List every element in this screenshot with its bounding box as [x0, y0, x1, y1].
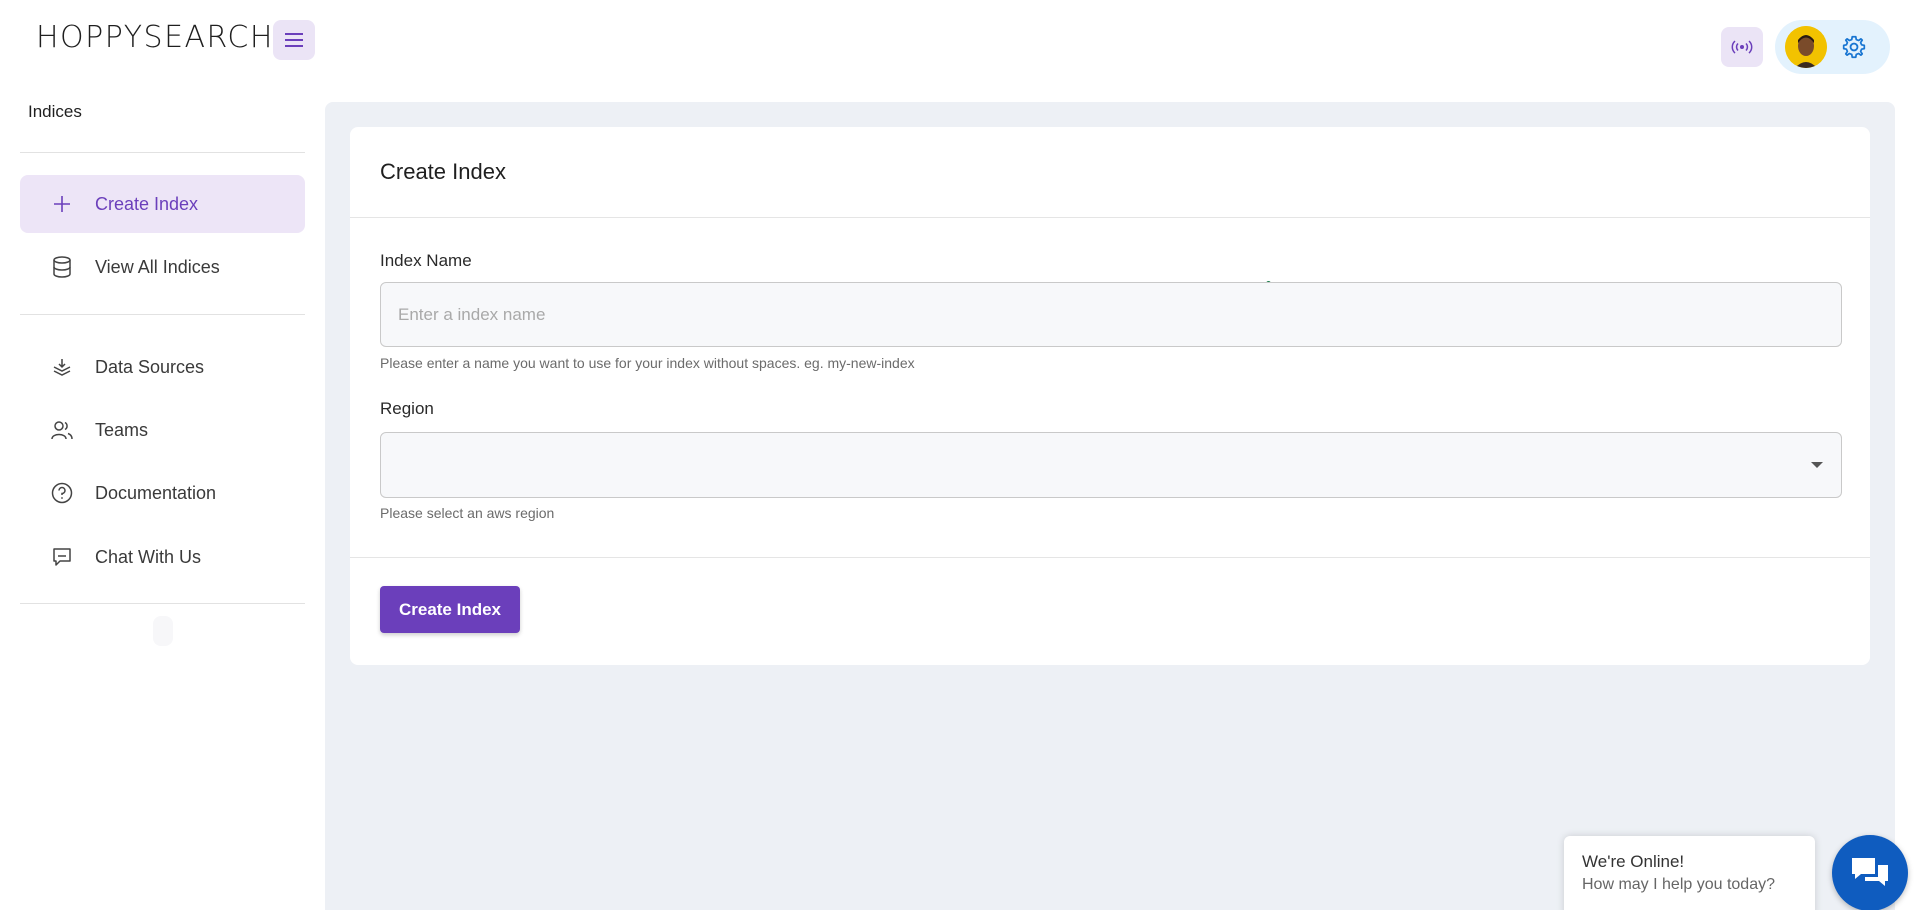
users-icon: [50, 418, 74, 442]
create-index-button[interactable]: Create Index: [380, 586, 520, 633]
database-icon: [50, 255, 74, 279]
chat-greeting-title: We're Online!: [1582, 852, 1685, 871]
sidebar-item-label: Create Index: [95, 193, 199, 214]
broadcast-button[interactable]: [1721, 27, 1763, 67]
menu-toggle-button[interactable]: [273, 20, 315, 60]
sidebar-divider: [20, 152, 305, 153]
sidebar-item-chat-with-us[interactable]: Chat With Us: [20, 528, 305, 586]
app-logo[interactable]: HOPPYSEARCH: [36, 20, 274, 55]
avatar-image: [1785, 26, 1827, 68]
sidebar-title: Indices: [28, 102, 82, 121]
index-name-input[interactable]: [380, 282, 1842, 347]
help-circle-icon: [50, 481, 74, 505]
sidebar-item-documentation[interactable]: Documentation: [20, 464, 305, 522]
card-divider: [350, 557, 1870, 558]
sidebar: Indices Create Index View All Indices Da…: [0, 84, 325, 910]
sidebar-item-data-sources[interactable]: Data Sources: [20, 338, 305, 396]
top-header: HOPPYSEARCH: [0, 0, 1920, 84]
sidebar-item-label: Documentation: [95, 482, 217, 503]
main-content: Create Index Index Name Please enter a n…: [325, 102, 1895, 910]
gear-icon[interactable]: [1841, 34, 1867, 60]
create-index-card: Create Index Index Name Please enter a n…: [350, 127, 1870, 665]
sidebar-item-view-all-indices[interactable]: View All Indices: [20, 238, 305, 296]
region-select[interactable]: [380, 432, 1842, 498]
sidebar-divider: [20, 603, 305, 604]
index-name-label: Index Name: [380, 251, 472, 270]
chat-greeting-subtitle: How may I help you today?: [1582, 876, 1775, 893]
chat-icon: [50, 545, 74, 569]
sidebar-item-create-index[interactable]: Create Index: [20, 175, 305, 233]
plus-icon: [50, 192, 74, 216]
chevron-down-icon: [1811, 462, 1823, 468]
sidebar-divider: [20, 314, 305, 315]
card-title: Create Index: [380, 159, 506, 184]
hamburger-icon: [285, 33, 303, 47]
chat-greeting-bubble[interactable]: We're Online! How may I help you today?: [1564, 836, 1815, 910]
layers-icon: [50, 355, 74, 379]
chat-launcher-button[interactable]: [1832, 835, 1908, 910]
region-help: Please select an aws region: [380, 505, 555, 521]
region-label: Region: [380, 399, 434, 418]
index-name-help: Please enter a name you want to use for …: [380, 355, 915, 371]
chat-bubbles-icon: [1852, 858, 1888, 886]
sidebar-item-teams[interactable]: Teams: [20, 401, 305, 459]
avatar[interactable]: [1785, 26, 1827, 68]
user-menu[interactable]: [1775, 20, 1890, 74]
broadcast-icon: [1731, 40, 1753, 54]
sidebar-item-label: Teams: [95, 419, 149, 440]
sidebar-item-label: View All Indices: [95, 256, 220, 277]
card-divider: [350, 217, 1870, 218]
sidebar-item-label: Data Sources: [95, 356, 205, 377]
sidebar-item-label: Chat With Us: [95, 546, 202, 567]
sidebar-collapse-handle[interactable]: [153, 616, 173, 646]
